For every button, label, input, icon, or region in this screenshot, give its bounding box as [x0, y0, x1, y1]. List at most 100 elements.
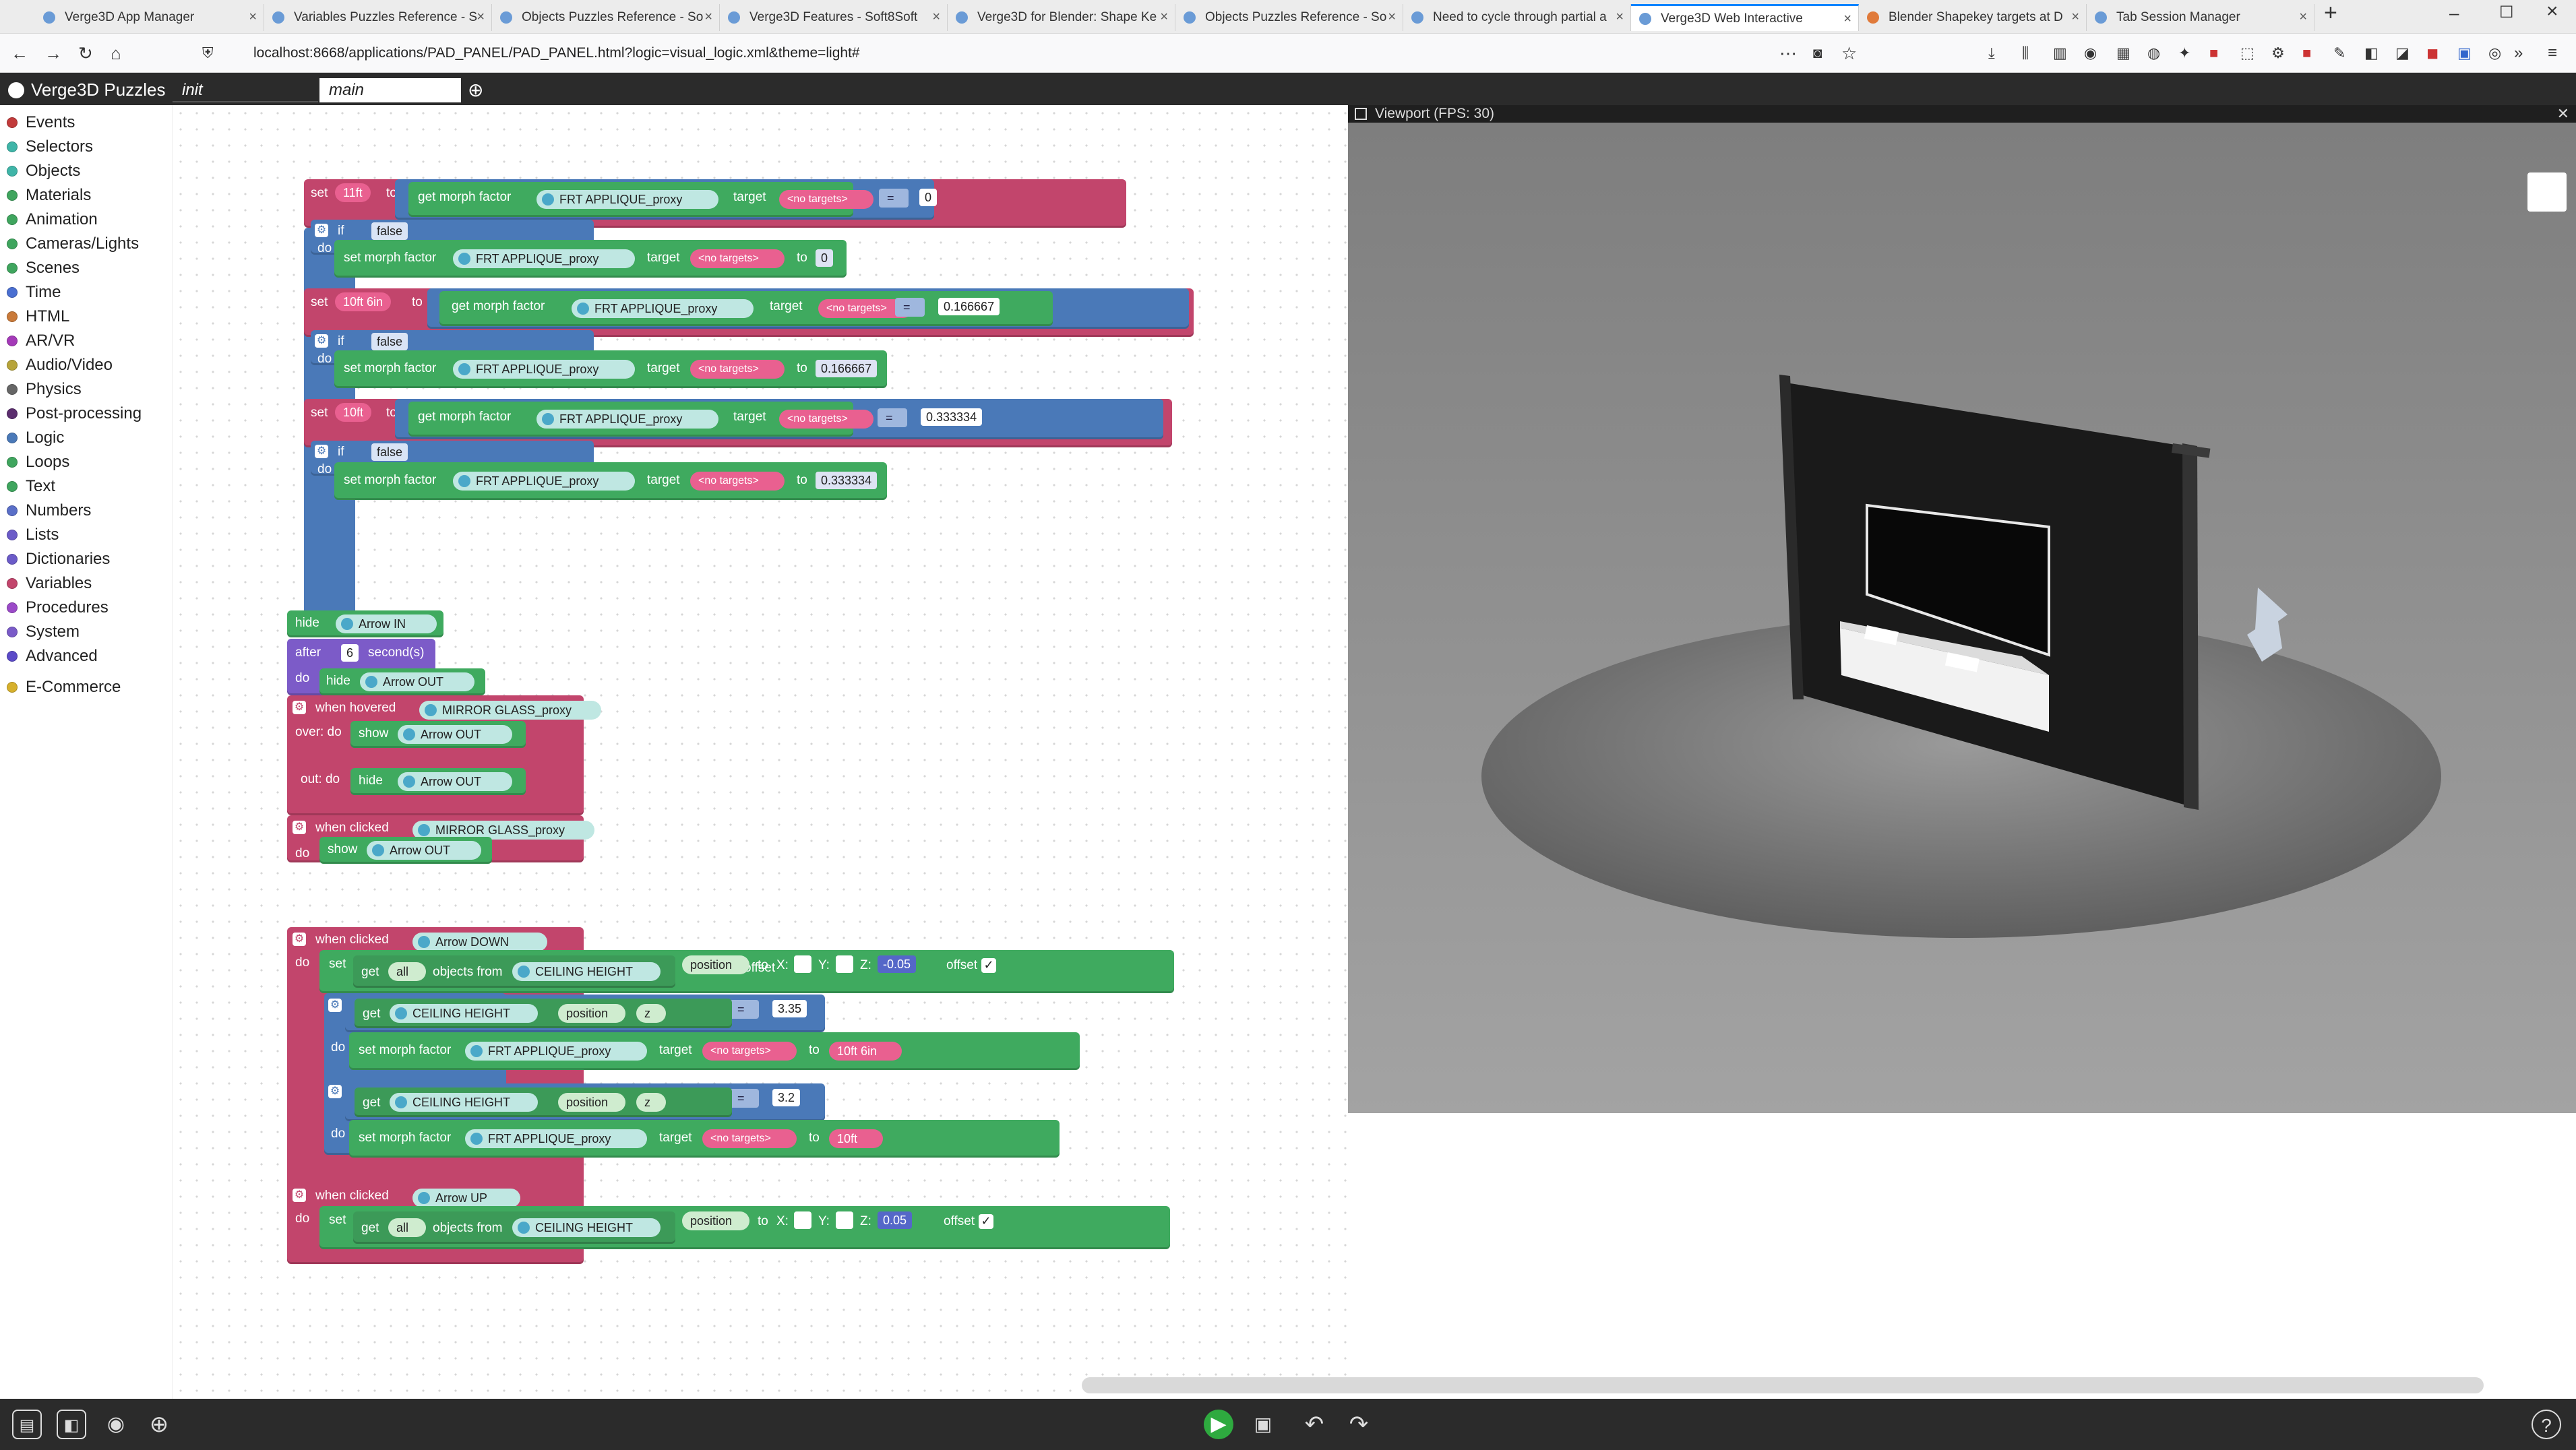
bookmark-star-icon[interactable]: ☆ — [1841, 43, 1857, 63]
browser-tab[interactable]: Verge3D App Manager × — [35, 4, 264, 31]
sidebar-icon[interactable]: ▥ — [2053, 43, 2067, 63]
variable-dropdown[interactable]: 10ft 6in — [829, 1042, 902, 1061]
axis-dropdown[interactable]: z — [636, 1004, 666, 1023]
object-dropdown[interactable]: CEILING HEIGHT — [390, 1093, 538, 1112]
gear-icon[interactable]: ⚙ — [328, 1085, 342, 1098]
viewport-panel[interactable]: Viewport (FPS: 30) ✕ — [1348, 105, 2576, 1113]
equals-dropdown[interactable]: = — [878, 408, 907, 427]
browser-tab-active[interactable]: Verge3D Web Interactive × — [1631, 4, 1859, 31]
close-tab-icon[interactable]: × — [932, 9, 940, 25]
object-dropdown[interactable]: Arrow OUT — [360, 672, 474, 691]
workspace-horizontal-scrollbar[interactable] — [1082, 1377, 2484, 1393]
set-morph-factor-block[interactable]: set morph factor FRT APPLIQUE_proxy targ… — [349, 1120, 1060, 1158]
close-tab-icon[interactable]: × — [1388, 9, 1396, 25]
z-field[interactable]: 0.05 — [878, 1211, 913, 1229]
hide-block[interactable]: hide Arrow IN — [287, 610, 443, 637]
center-icon[interactable]: ⊕ — [144, 1410, 174, 1439]
position-dropdown[interactable]: position — [558, 1004, 625, 1023]
set-morph-factor-block[interactable]: set morph factor FRT APPLIQUE_proxy targ… — [349, 1032, 1080, 1070]
toolbox-category[interactable]: Scenes — [7, 257, 80, 279]
toolbox-category[interactable]: System — [7, 621, 80, 643]
variable-dropdown[interactable]: 10ft — [829, 1129, 883, 1148]
get-objects-from-block[interactable]: get all objects from CEILING HEIGHT — [353, 1211, 675, 1244]
number-field[interactable]: 0 — [816, 249, 834, 267]
gear-icon[interactable]: ⚙ — [328, 999, 342, 1012]
gear-icon[interactable]: ⚙ — [293, 701, 306, 714]
gear-icon[interactable]: ⚙ — [315, 334, 328, 348]
target-dropdown[interactable]: <no targets> — [690, 472, 785, 491]
hide-block[interactable]: hide Arrow OUT — [350, 768, 526, 795]
page-actions-icon[interactable]: ⋯ — [1779, 43, 1797, 63]
object-dropdown[interactable]: Arrow DOWN — [412, 933, 547, 951]
extension-icon[interactable]: ◍ — [2147, 43, 2160, 63]
extension-icon[interactable]: ⚙ — [2271, 43, 2285, 63]
browser-tab[interactable]: Objects Puzzles Reference - So × — [1175, 4, 1403, 31]
number-field[interactable]: 6 — [341, 644, 359, 662]
all-dropdown[interactable]: all — [388, 962, 426, 981]
object-dropdown[interactable]: CEILING HEIGHT — [390, 1004, 538, 1023]
extension-icon[interactable]: ■ — [2209, 43, 2218, 63]
set-morph-factor-block[interactable]: set morph factor FRT APPLIQUE_proxy targ… — [334, 462, 887, 500]
maximize-icon[interactable]: ☐ — [2499, 3, 2514, 23]
toolbox-category[interactable]: Post-processing — [7, 403, 142, 424]
object-dropdown[interactable]: FRT APPLIQUE_proxy — [453, 249, 635, 268]
number-field[interactable]: 0.333334 — [816, 472, 878, 489]
toolbox-category[interactable]: AR/VR — [7, 330, 75, 352]
minimize-icon[interactable]: – — [2449, 3, 2459, 23]
overflow-menu-icon[interactable]: » — [2514, 43, 2523, 63]
boolean-dropdown[interactable]: false — [371, 333, 408, 350]
object-dropdown[interactable]: CEILING HEIGHT — [512, 1218, 661, 1237]
target-dropdown[interactable]: <no targets> — [690, 360, 785, 379]
target-dropdown[interactable]: <no targets> — [779, 410, 873, 429]
show-block[interactable]: show Arrow OUT — [319, 837, 492, 864]
puzzles-workspace[interactable]: set 11ft to get morph factor FRT APPLIQU… — [173, 105, 1348, 1399]
set-morph-factor-block[interactable]: set morph factor FRT APPLIQUE_proxy targ… — [334, 240, 847, 278]
gear-icon[interactable]: ⚙ — [315, 445, 328, 458]
browser-tab[interactable]: Variables Puzzles Reference - S × — [264, 4, 492, 31]
when-hovered-block[interactable]: ⚙ when hovered MIRROR GLASS_proxy over: … — [287, 695, 601, 815]
object-dropdown[interactable]: CEILING HEIGHT — [512, 962, 661, 981]
object-dropdown[interactable]: Arrow UP — [412, 1189, 520, 1207]
object-dropdown[interactable]: Arrow OUT — [398, 725, 512, 744]
object-dropdown[interactable]: FRT APPLIQUE_proxy — [453, 472, 635, 491]
toolbox-category[interactable]: Events — [7, 112, 75, 133]
extension-icon[interactable]: ◧ — [2364, 43, 2379, 63]
workspace-tab-main[interactable]: main — [319, 78, 461, 102]
object-dropdown[interactable]: FRT APPLIQUE_proxy — [536, 410, 718, 429]
pocket-icon[interactable]: ◙ — [1813, 43, 1822, 63]
toolbox-category[interactable]: Objects — [7, 160, 80, 182]
toolbox-category[interactable]: Procedures — [7, 597, 109, 619]
library-icon[interactable]: ⫼ — [2022, 43, 2029, 63]
get-object-position-block[interactable]: get CEILING HEIGHT position z — [355, 999, 732, 1028]
toolbox-category[interactable]: Animation — [7, 209, 98, 230]
object-dropdown[interactable]: FRT APPLIQUE_proxy — [465, 1129, 647, 1148]
gear-icon[interactable]: ⚙ — [293, 821, 306, 834]
object-dropdown[interactable]: FRT APPLIQUE_proxy — [453, 360, 635, 379]
browser-tab[interactable]: Blender Shapekey targets at D × — [1859, 4, 2087, 31]
back-icon[interactable]: ← — [11, 43, 28, 63]
x-field[interactable] — [794, 1211, 811, 1229]
y-field[interactable] — [836, 955, 853, 973]
gear-icon[interactable]: ⚙ — [315, 224, 328, 237]
add-workspace-tab-icon[interactable]: ⊕ — [465, 78, 483, 102]
close-tab-icon[interactable]: × — [1160, 9, 1168, 25]
object-dropdown[interactable]: FRT APPLIQUE_proxy — [572, 299, 754, 318]
toolbox-category[interactable]: Physics — [7, 379, 82, 400]
toolbox-category[interactable]: Logic — [7, 427, 64, 449]
hamburger-menu-icon[interactable]: ≡ — [2548, 43, 2557, 63]
variable-dropdown[interactable]: 10ft 6in — [335, 292, 392, 311]
toolbox-category[interactable]: Numbers — [7, 500, 91, 522]
run-icon[interactable]: ▶ — [1204, 1410, 1233, 1439]
variable-dropdown[interactable]: 10ft — [335, 403, 372, 422]
offset-checkbox[interactable]: ✓ — [979, 1214, 993, 1229]
toolbox-category[interactable]: Advanced — [7, 645, 98, 667]
toolbox-category[interactable]: Loops — [7, 451, 69, 473]
toolbox-category[interactable]: Cameras/Lights — [7, 233, 139, 255]
object-dropdown[interactable]: FRT APPLIQUE_proxy — [465, 1042, 647, 1061]
extension-icon[interactable]: ▣ — [2457, 43, 2472, 63]
toolbox-category[interactable]: Materials — [7, 185, 91, 206]
new-tab-icon[interactable]: + — [2324, 1, 2337, 24]
number-field[interactable]: 3.35 — [772, 1000, 807, 1017]
position-dropdown[interactable]: position — [682, 1211, 749, 1230]
close-tab-icon[interactable]: × — [2071, 9, 2079, 25]
